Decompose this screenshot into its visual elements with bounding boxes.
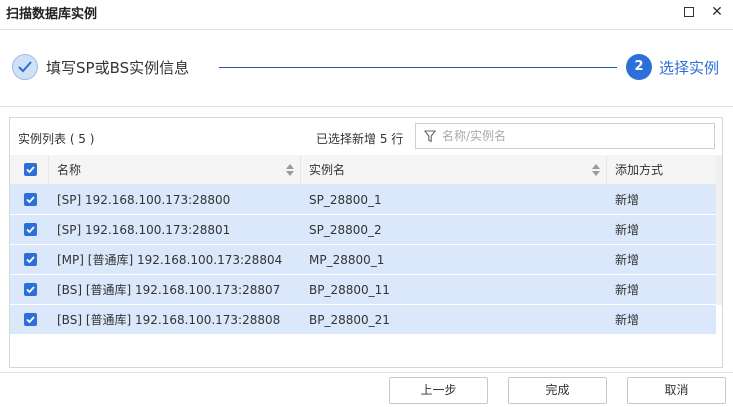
cell-name: [SP] 192.168.100.173:28800 — [57, 193, 231, 207]
table-scrollbar[interactable] — [716, 155, 722, 305]
row-checkbox-cell — [10, 305, 48, 335]
column-label-name: 名称 — [57, 163, 82, 177]
row-checkbox-cell — [10, 275, 48, 305]
step1-label: 填写SP或BS实例信息 — [46, 59, 190, 77]
table-row[interactable]: [MP] [普通库] 192.168.100.173:28804 MP_2880… — [10, 245, 716, 275]
row-checkbox[interactable] — [24, 193, 37, 206]
cell-instance: SP_28800_2 — [309, 223, 382, 237]
row-checkbox-cell — [10, 245, 48, 275]
dialog-title: 扫描数据库实例 — [6, 7, 98, 22]
finish-button[interactable]: 完成 — [508, 377, 607, 404]
column-header-instance[interactable]: 实例名 — [300, 155, 606, 185]
cell-mode: 新增 — [615, 223, 640, 237]
cell-mode: 新增 — [615, 313, 640, 327]
row-checkbox[interactable] — [24, 223, 37, 236]
cell-mode: 新增 — [615, 193, 640, 207]
column-label-mode: 添加方式 — [615, 163, 664, 177]
column-label-instance: 实例名 — [309, 163, 346, 177]
cell-name: [BS] [普通库] 192.168.100.173:28807 — [57, 283, 281, 297]
cell-name: [SP] 192.168.100.173:28801 — [57, 223, 231, 237]
cell-mode: 新增 — [615, 253, 640, 267]
row-checkbox-cell — [10, 215, 48, 245]
step1-check-icon — [12, 54, 38, 80]
row-checkbox[interactable] — [24, 283, 37, 296]
title-divider — [0, 29, 733, 30]
panel-header: 实例列表 ( 5 ) 已选择新增 5 行 — [10, 118, 722, 156]
sort-icon[interactable] — [592, 164, 600, 176]
instance-list-panel: 实例列表 ( 5 ) 已选择新增 5 行 名称 实例名 添加方式 — [9, 117, 723, 368]
cancel-button[interactable]: 取消 — [627, 377, 726, 404]
table-header-row: 名称 实例名 添加方式 — [10, 155, 716, 185]
search-input[interactable] — [442, 127, 710, 145]
row-checkbox[interactable] — [24, 313, 37, 326]
select-all-checkbox[interactable] — [24, 163, 37, 176]
cell-name: [MP] [普通库] 192.168.100.173:28804 — [57, 253, 283, 267]
header-checkbox-cell — [10, 155, 48, 185]
table-row[interactable]: [SP] 192.168.100.173:28801 SP_28800_2 新增 — [10, 215, 716, 245]
maximize-icon[interactable] — [681, 4, 697, 20]
footer-divider — [0, 372, 733, 373]
close-icon[interactable]: ✕ — [709, 4, 725, 20]
cell-instance: MP_28800_1 — [309, 253, 385, 267]
table-row[interactable]: [BS] [普通库] 192.168.100.173:28808 BP_2880… — [10, 305, 716, 335]
step2-label: 选择实例 — [659, 59, 720, 77]
cell-name: [BS] [普通库] 192.168.100.173:28808 — [57, 313, 281, 327]
table-row[interactable]: [BS] [普通库] 192.168.100.173:28807 BP_2880… — [10, 275, 716, 305]
column-header-mode: 添加方式 — [606, 155, 716, 185]
step2-number: 2 — [626, 54, 652, 80]
step-connector — [219, 67, 617, 68]
cell-instance: SP_28800_1 — [309, 193, 382, 207]
stepper: 填写SP或BS实例信息 2 选择实例 — [0, 52, 733, 82]
instance-table: 名称 实例名 添加方式 [SP] 192.168.100.173:28800 S… — [10, 155, 716, 335]
table-row[interactable]: [SP] 192.168.100.173:28800 SP_28800_1 新增 — [10, 185, 716, 215]
previous-step-button[interactable]: 上一步 — [389, 377, 488, 404]
cell-instance: BP_28800_21 — [309, 313, 390, 327]
selected-count: 已选择新增 5 行 — [316, 132, 404, 146]
search-box[interactable] — [415, 123, 715, 149]
filter-icon — [424, 130, 436, 143]
dialog-titlebar: 扫描数据库实例 ✕ — [0, 0, 733, 26]
row-checkbox[interactable] — [24, 253, 37, 266]
list-title: 实例列表 ( 5 ) — [18, 132, 95, 146]
column-header-name[interactable]: 名称 — [48, 155, 300, 185]
cell-mode: 新增 — [615, 283, 640, 297]
cell-instance: BP_28800_11 — [309, 283, 390, 297]
row-checkbox-cell — [10, 185, 48, 215]
sort-icon[interactable] — [286, 164, 294, 176]
section-divider — [0, 106, 733, 107]
